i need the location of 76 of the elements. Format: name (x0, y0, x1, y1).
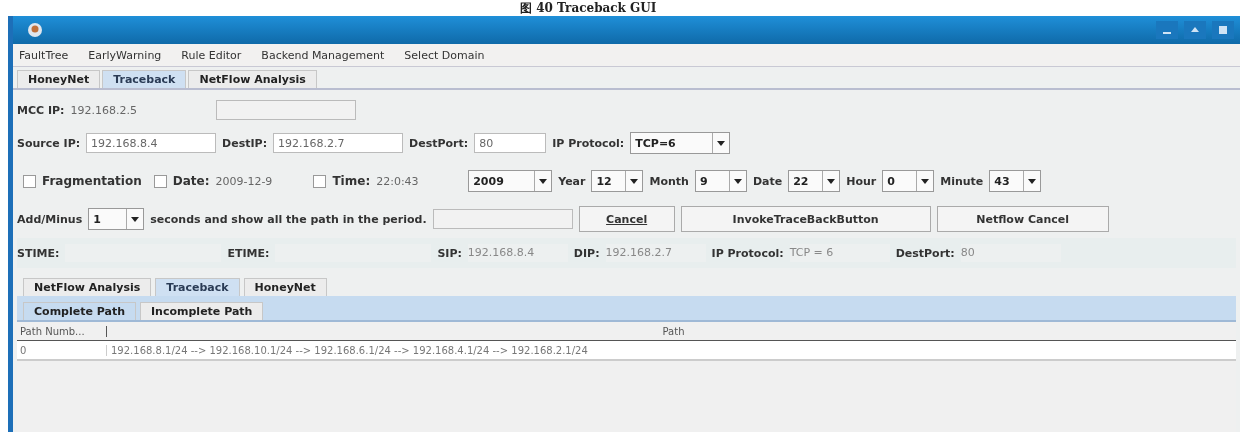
close-icon[interactable] (1218, 25, 1228, 35)
result-label: DestPort: (895, 246, 955, 260)
result-value: 192.168.2.7 (605, 244, 706, 262)
dropdown[interactable]: 9 (694, 170, 747, 192)
column-header[interactable]: Path (107, 325, 1236, 337)
table-cell: 0 (17, 344, 107, 356)
action-button[interactable]: InvokeTraceBackButton (680, 206, 931, 232)
figure-caption: 图 40 Traceback GUI (519, 0, 658, 16)
result-label: IP Protocol: (711, 246, 784, 260)
caret-icon (630, 178, 639, 184)
caret-icon (733, 178, 742, 184)
caret-icon (827, 178, 836, 184)
checkbox-label: Time: (332, 174, 371, 188)
field-value: 2009-12-9 (215, 174, 274, 188)
result-value: 80 (960, 244, 1061, 262)
caret-icon (921, 178, 930, 184)
dropdown-label: Minute (940, 174, 984, 188)
checkbox[interactable] (23, 174, 36, 188)
mcc-ip-value: 192.168.2.5 (70, 103, 138, 117)
input-field[interactable]: 192.168.8.4 (86, 133, 217, 153)
tab[interactable]: Incomplete Path (140, 302, 264, 320)
dropdown[interactable]: 2009 (468, 170, 553, 192)
action-button[interactable]: Netflow Cancel (936, 206, 1109, 232)
action-button[interactable]: Cancel (578, 206, 675, 232)
dropdown[interactable]: TCP=6 (630, 132, 731, 154)
menu-item[interactable]: Backend Management (261, 48, 385, 62)
tab[interactable]: Complete Path (23, 302, 137, 320)
field-label: MCC IP: (17, 103, 65, 117)
input-field[interactable]: 192.168.2.7 (273, 133, 404, 153)
menu-item[interactable]: FaultTree (19, 48, 69, 62)
caret-icon (717, 140, 726, 146)
column-header[interactable]: Path Numb... (17, 325, 107, 337)
field-label: Add/Minus (17, 212, 83, 226)
field-label: DestPort: (409, 136, 469, 150)
maximize-icon[interactable] (1190, 25, 1200, 35)
result-label: ETIME: (227, 246, 270, 260)
tab[interactable]: NetFlow Analysis (188, 70, 317, 88)
field-label: DestIP: (222, 136, 268, 150)
field-label: Source IP: (17, 136, 81, 150)
tab[interactable]: NetFlow Analysis (23, 278, 152, 296)
input-field[interactable] (216, 100, 357, 120)
table-cell-text: 192.168.8.1/24 --> 192.168.10.1/24 --> 192.168.6.1/24 --> 192.168.4.1/24 --> 192.168.2.1/24 (110, 344, 589, 356)
menu-item[interactable]: EarlyWarning (88, 48, 162, 62)
result-value: TCP = 6 (789, 244, 890, 262)
menu-item[interactable]: Select Domain (404, 48, 485, 62)
dropdown[interactable]: 0 (882, 170, 935, 192)
dropdown[interactable]: 22 (788, 170, 841, 192)
checkbox-label: Date: (172, 174, 210, 188)
dropdown-label: Date (752, 174, 783, 188)
field-value: 22:0:43 (376, 174, 420, 188)
result-label: SIP: (437, 246, 462, 260)
checkbox[interactable] (313, 174, 327, 188)
app-icon (27, 22, 43, 38)
caret-icon (1028, 178, 1037, 184)
tab[interactable]: Traceback (155, 278, 240, 296)
checkbox-label: Fragmentation (42, 174, 142, 188)
dropdown-label: Month (649, 174, 689, 188)
dropdown-label: Year (558, 174, 586, 188)
result-label: DIP: (573, 246, 600, 260)
dropdown[interactable]: 12 (591, 170, 644, 192)
tab[interactable]: Traceback (102, 70, 187, 88)
field-label: IP Protocol: (552, 136, 625, 150)
input-field[interactable] (432, 209, 573, 229)
result-value: 192.168.8.4 (467, 244, 568, 262)
result-label: STIME: (17, 246, 60, 260)
caret-icon (131, 216, 140, 222)
tab[interactable]: HoneyNet (17, 70, 101, 88)
period-text: seconds and show all the path in the period. (150, 212, 427, 226)
menu-item[interactable]: Rule Editor (181, 48, 242, 62)
input-field[interactable]: 80 (474, 133, 547, 153)
checkbox[interactable] (153, 174, 167, 188)
tab[interactable]: HoneyNet (243, 278, 327, 296)
caret-icon (539, 178, 548, 184)
dropdown[interactable]: 43 (989, 170, 1042, 192)
dropdown-label: Hour (846, 174, 877, 188)
dropdown[interactable]: 1 (88, 208, 145, 230)
